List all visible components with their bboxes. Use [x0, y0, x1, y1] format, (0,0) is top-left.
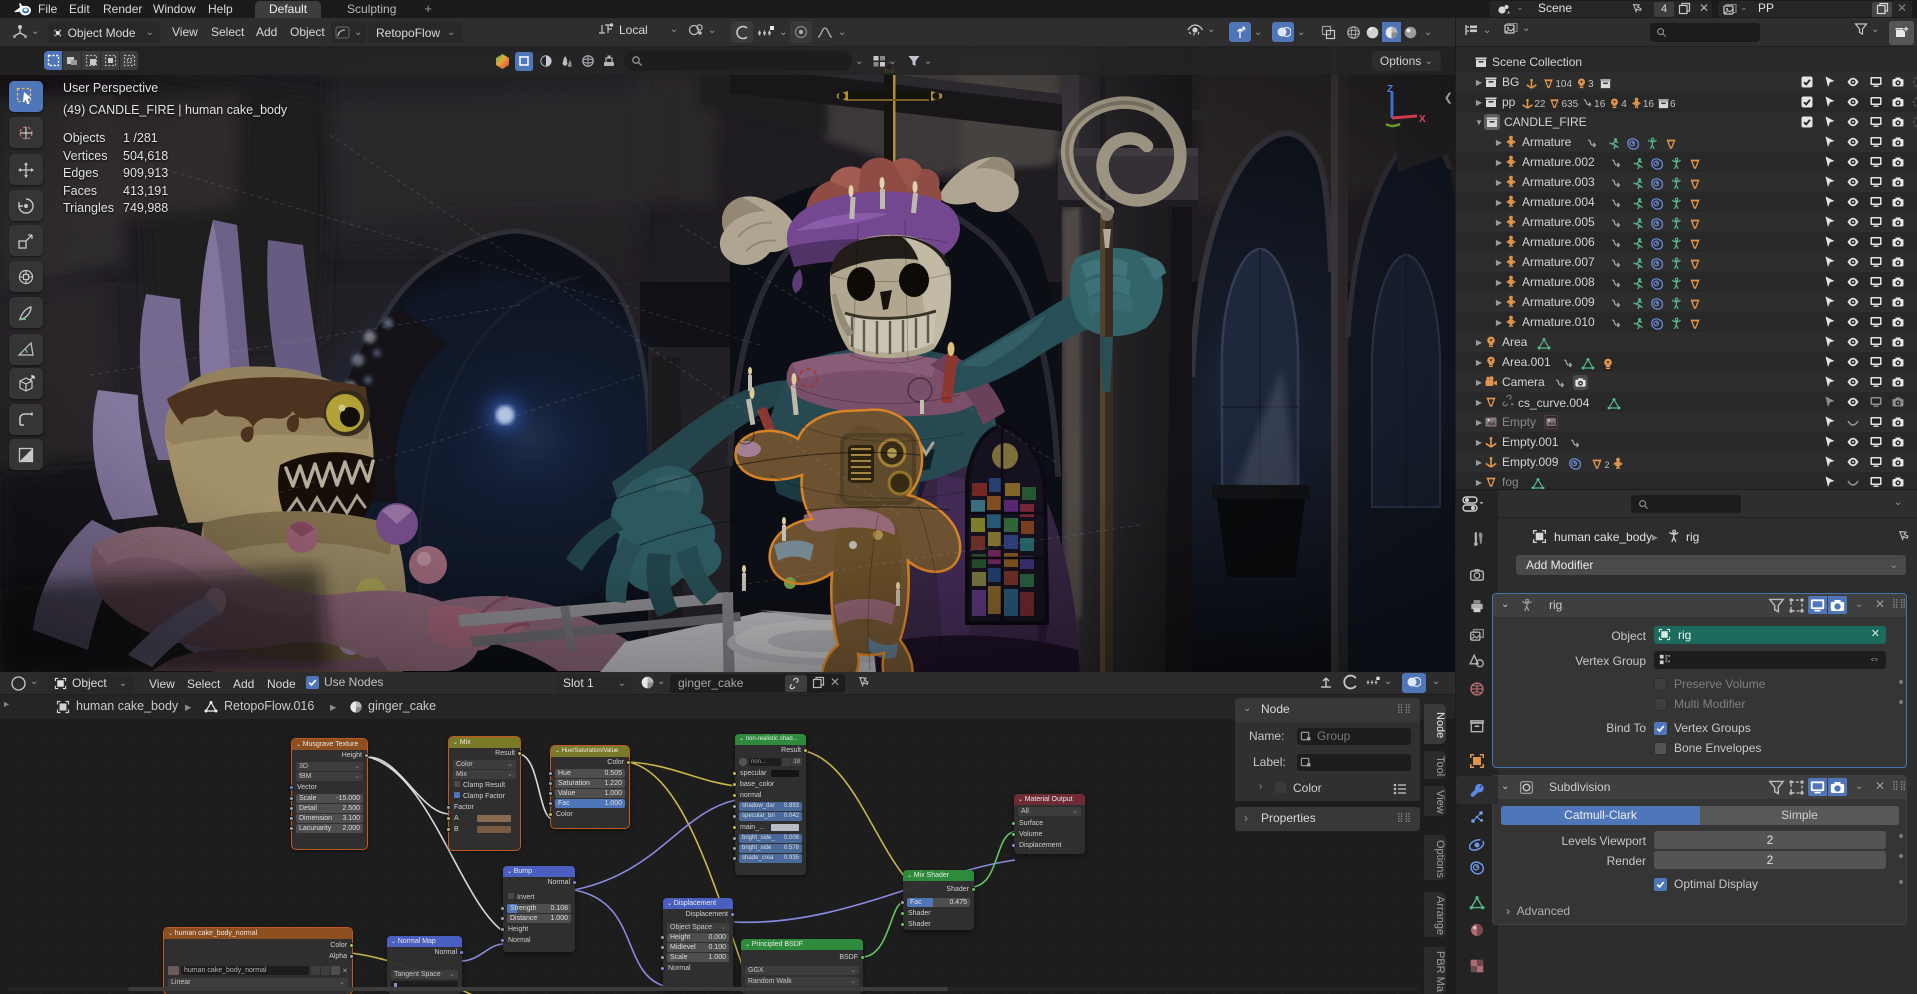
- svg-text:X: X: [1419, 114, 1426, 125]
- svg-text:Z: Z: [1387, 84, 1393, 95]
